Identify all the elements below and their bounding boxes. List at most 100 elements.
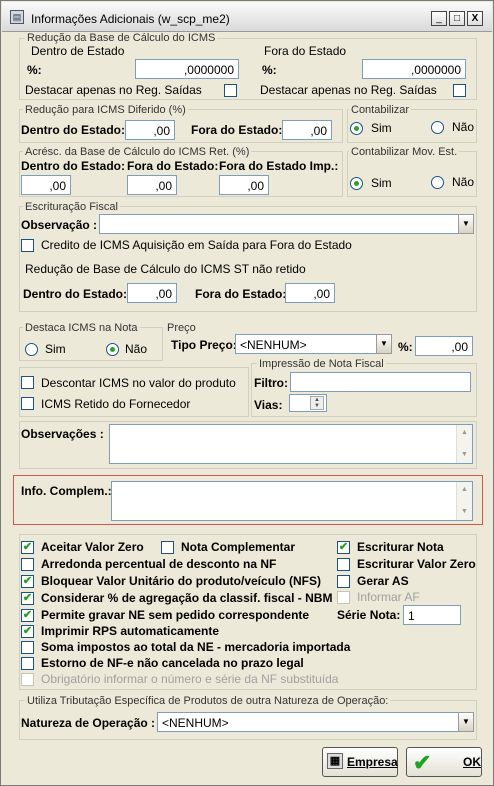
scroll-down-icon[interactable]: ▼ (458, 506, 471, 518)
scroll-up-icon[interactable]: ▲ (458, 484, 471, 496)
contabilizar-title: Contabilizar (349, 104, 412, 116)
dentro-pct-field[interactable]: ,0000000 (135, 59, 239, 79)
close-button[interactable]: X (467, 11, 483, 26)
contabilizar-nao-label: Não (452, 120, 475, 134)
observacoes-label: Observações : (21, 427, 104, 441)
st-dentro-field[interactable]: ,00 (127, 283, 177, 303)
acresc-fora-field[interactable]: ,00 (127, 175, 177, 195)
dentro-estado-title: Dentro de Estado (31, 44, 125, 58)
contabilizar-nao-radio[interactable] (431, 121, 444, 134)
acresc-title: Acrésc. da Base de Cálculo do ICMS Ret. … (23, 146, 252, 158)
acresc-fora-imp-field[interactable]: ,00 (219, 175, 269, 195)
retido-label: ICMS Retido do Fornecedor (41, 397, 191, 411)
destaca-nao-label: Não (125, 342, 148, 356)
nota-complementar-label: Nota Complementar (181, 540, 296, 554)
option-label: Gerar AS (357, 574, 409, 588)
base-icms-title: Redução da Base de Cálculo do ICMS (25, 32, 218, 44)
option-checkbox[interactable]: ✔ (21, 541, 34, 554)
option-label: Imprimir RPS automaticamente (41, 624, 220, 638)
option-label: Escriturar Nota (357, 540, 444, 554)
credito-checkbox[interactable] (21, 239, 34, 252)
serie-label: Série Nota: (337, 608, 401, 622)
descontar-checkbox[interactable] (21, 376, 34, 389)
observacao-dropdown-icon[interactable]: ▼ (458, 214, 474, 234)
option-checkbox[interactable] (21, 641, 34, 654)
fora-destacar-checkbox[interactable] (453, 84, 466, 97)
contabilizar-mov-nao-radio[interactable] (431, 176, 444, 189)
option-checkbox[interactable]: ✔ (21, 575, 34, 588)
natureza-dropdown-icon[interactable]: ▼ (458, 712, 474, 732)
impressao-title: Impressão de Nota Fiscal (257, 358, 386, 370)
retido-checkbox[interactable] (21, 397, 34, 410)
option-label: Escriturar Valor Zero (357, 557, 476, 571)
diferido-fora-field[interactable]: ,00 (282, 120, 332, 140)
dentro-destacar-label: Destacar apenas no Reg. Saídas (25, 83, 202, 97)
preco-pct-field[interactable]: ,00 (415, 336, 473, 356)
acresc-fora-imp-label: Fora do Estado Imp.: (219, 159, 339, 173)
destaca-nao-radio[interactable] (106, 343, 119, 356)
observacao-label: Observação : (21, 218, 98, 232)
acresc-fora-label: Fora do Estado: (127, 159, 219, 173)
option-checkbox[interactable]: ✔ (21, 625, 34, 638)
option-label: Permite gravar NE sem pedido corresponde… (41, 608, 310, 622)
vias-label: Vias: (254, 398, 283, 412)
st-dentro-label: Dentro do Estado: (23, 287, 127, 301)
fora-estado-title: Fora do Estado (264, 44, 347, 58)
option-checkbox[interactable] (21, 657, 34, 670)
descontar-label: Descontar ICMS no valor do produto (41, 376, 236, 390)
observacoes-textarea[interactable] (109, 424, 473, 464)
option-label: Estorno de NF-e não cancelada no prazo l… (41, 656, 304, 670)
diferido-fora-label: Fora do Estado: (191, 123, 283, 137)
option-checkbox[interactable] (337, 575, 350, 588)
contabilizar-sim-radio[interactable] (350, 122, 363, 135)
empresa-button[interactable]: ▦ Empresa (322, 747, 398, 777)
option-label: Aceitar Valor Zero (41, 540, 144, 554)
preco-pct-label: %: (398, 340, 413, 354)
tributacao-title: Utiliza Tributação Específica de Produto… (25, 695, 391, 707)
option-checkbox (21, 673, 34, 686)
option-checkbox[interactable] (337, 558, 350, 571)
info-complem-textarea[interactable] (111, 481, 473, 521)
app-icon: ▤ (10, 10, 24, 24)
tipo-preco-dropdown-icon[interactable]: ▼ (376, 334, 392, 354)
filtro-field[interactable] (290, 372, 471, 392)
contabilizar-mov-sim-label: Sim (371, 176, 392, 190)
scroll-down-icon[interactable]: ▼ (458, 449, 471, 461)
diferido-title: Redução para ICMS Diferido (%) (23, 104, 188, 116)
vias-spinner-icon[interactable]: ▲ ▼ (310, 396, 324, 410)
maximize-button[interactable]: □ (449, 11, 465, 26)
option-checkbox[interactable]: ✔ (21, 609, 34, 622)
acresc-dentro-field[interactable]: ,00 (21, 175, 71, 195)
tipo-preco-select[interactable]: <NENHUM> (235, 334, 377, 354)
destaca-sim-radio[interactable] (25, 343, 38, 356)
tipo-preco-label: Tipo Preço: (171, 338, 237, 352)
nota-complementar-checkbox[interactable] (161, 541, 174, 554)
option-checkbox[interactable]: ✔ (21, 592, 34, 605)
escrituracao-title: Escrituração Fiscal (23, 201, 120, 213)
option-checkbox[interactable] (21, 558, 34, 571)
natureza-select[interactable]: <NENHUM> (157, 712, 459, 732)
ok-button[interactable]: ✔ OK (406, 747, 482, 777)
fora-destacar-label: Destacar apenas no Reg. Saídas (260, 83, 437, 97)
fora-pct-field[interactable]: ,0000000 (362, 59, 466, 79)
st-fora-field[interactable]: ,00 (285, 283, 335, 303)
diferido-dentro-label: Dentro do Estado: (21, 123, 125, 137)
filtro-label: Filtro: (254, 376, 288, 390)
diferido-dentro-field[interactable]: ,00 (125, 120, 175, 140)
option-checkbox[interactable]: ✔ (337, 541, 350, 554)
scroll-up-icon[interactable]: ▲ (458, 427, 471, 439)
destaca-title: Destaca ICMS na Nota (23, 322, 140, 334)
credito-label: Credito de ICMS Aquisição em Saída para … (41, 238, 352, 252)
info-complem-label: Info. Complem.: (21, 484, 112, 498)
title-bar[interactable]: ▤ Informações Adicionais (w_scp_me2) _ □… (2, 2, 492, 32)
observacoes-scrollbar[interactable]: ▲ ▼ (456, 425, 472, 463)
option-checkbox (337, 591, 350, 604)
info-complem-scrollbar[interactable]: ▲ ▼ (456, 482, 472, 520)
option-label: Considerar % de agregação da classif. fi… (41, 591, 333, 605)
minimize-button[interactable]: _ (431, 11, 447, 26)
contabilizar-mov-sim-radio[interactable] (350, 177, 363, 190)
contabilizar-sim-label: Sim (371, 121, 392, 135)
serie-field[interactable]: 1 (403, 605, 461, 625)
dentro-destacar-checkbox[interactable] (224, 84, 237, 97)
observacao-select[interactable] (99, 214, 459, 234)
